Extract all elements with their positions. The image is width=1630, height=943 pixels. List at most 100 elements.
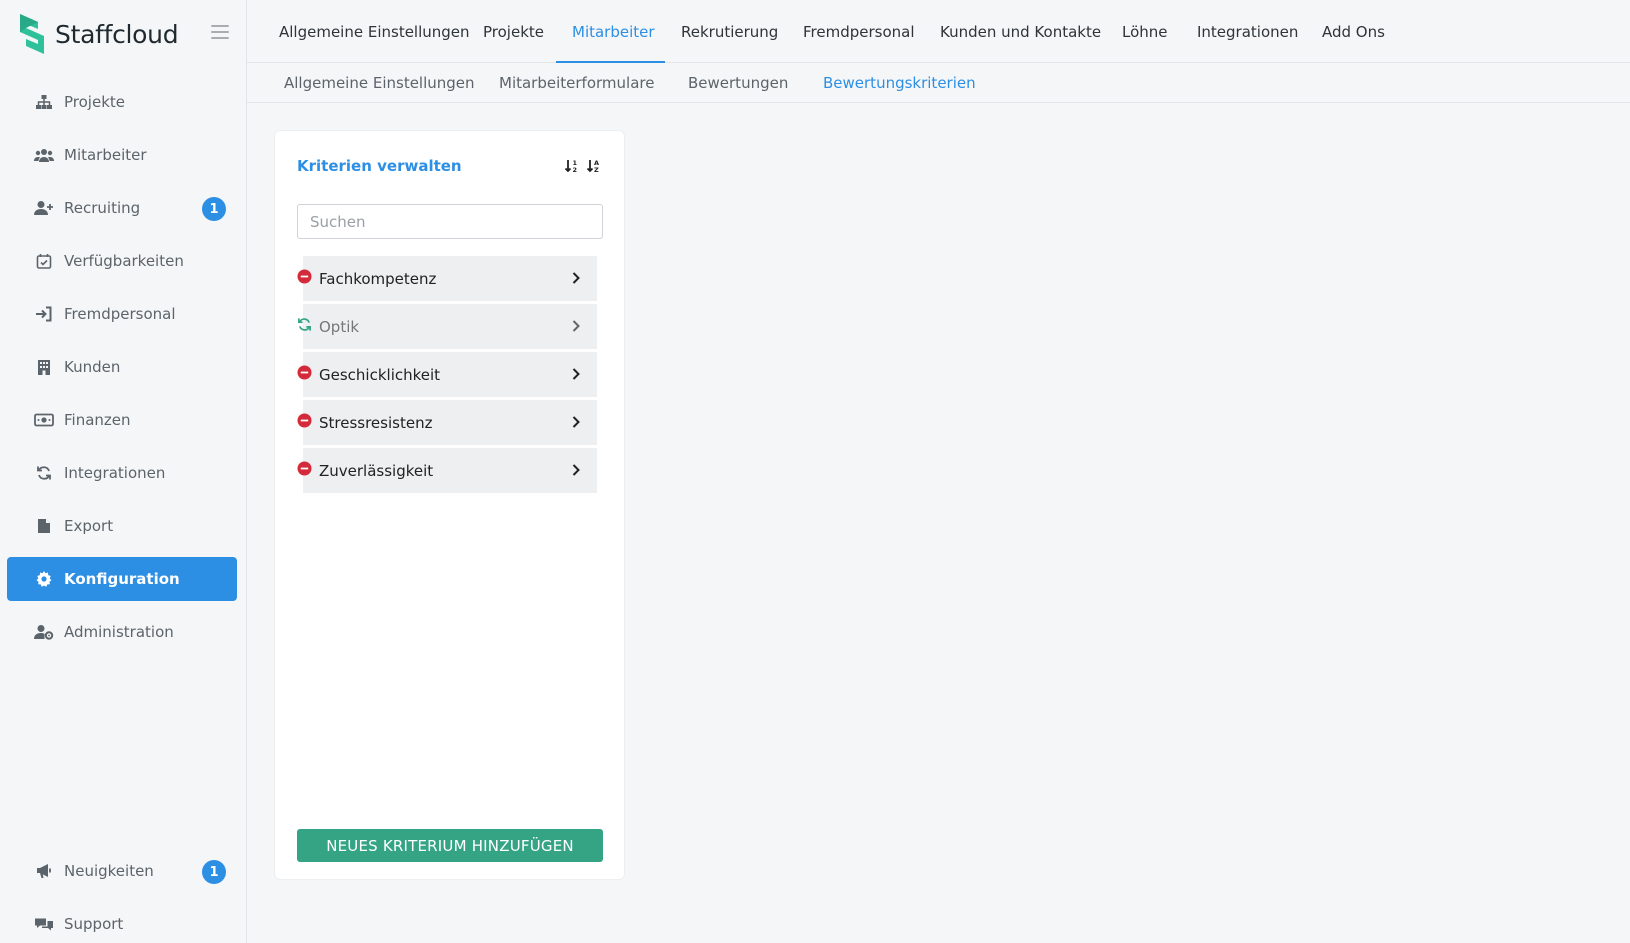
- sidebar-item-label: Neuigkeiten: [64, 862, 154, 880]
- sidebar-item-label: Export: [64, 517, 114, 535]
- sidebar-item-label: Integrationen: [64, 464, 166, 482]
- restore-icon[interactable]: [297, 317, 312, 332]
- sub-nav: Allgemeine Einstellungen Mitarbeiterformu…: [247, 63, 1630, 103]
- sidebar-item-recruiting[interactable]: Recruiting 1: [7, 186, 237, 230]
- sort-alpha-icon[interactable]: AZ: [586, 158, 602, 174]
- subtab-bewertungskriterien[interactable]: Bewertungskriterien: [823, 63, 976, 102]
- sidebar-item-mitarbeiter[interactable]: Mitarbeiter: [7, 133, 237, 177]
- sitemap-icon: [34, 93, 54, 111]
- tab-mitarbeiter[interactable]: Mitarbeiter: [572, 0, 655, 63]
- sidebar-item-export[interactable]: Export: [7, 504, 237, 548]
- gear-icon: [34, 570, 54, 588]
- chevron-right-icon: [571, 415, 581, 429]
- chevron-right-icon: [571, 271, 581, 285]
- building-icon: [34, 358, 54, 376]
- tab-fremdpersonal[interactable]: Fremdpersonal: [803, 0, 915, 63]
- notification-badge: 1: [202, 197, 226, 221]
- sync-icon: [34, 464, 54, 482]
- sidebar-item-kunden[interactable]: Kunden: [7, 345, 237, 389]
- tab-rekrutierung[interactable]: Rekrutierung: [681, 0, 778, 63]
- criterion-label: Optik: [319, 317, 360, 336]
- top-nav: Allgemeine Einstellungen Projekte Mitarbei…: [247, 0, 1630, 63]
- sidebar-nav: Projekte Mitarbeiter Recruiting 1 Verfügbark…: [7, 80, 237, 663]
- sidebar-item-label: Recruiting: [64, 199, 141, 217]
- criterion-row: Fachkompetenz: [303, 256, 597, 301]
- user-plus-icon: [34, 199, 54, 217]
- criterion-row: Stressresistenz: [303, 400, 597, 445]
- remove-circle-icon[interactable]: [297, 413, 312, 428]
- sidebar-item-label: Fremdpersonal: [64, 305, 176, 323]
- sidebar-item-label: Kunden: [64, 358, 121, 376]
- criterion-row: Optik: [303, 304, 597, 349]
- sidebar-item-label: Projekte: [64, 93, 125, 111]
- svg-text:Z: Z: [594, 166, 599, 174]
- svg-text:2: 2: [573, 166, 578, 174]
- subtab-mitarbeiterformulare[interactable]: Mitarbeiterformulare: [499, 63, 654, 102]
- criterion-row: Geschicklichkeit: [303, 352, 597, 397]
- tab-integrationen[interactable]: Integrationen: [1197, 0, 1298, 63]
- criterion-label: Zuverlässigkeit: [319, 461, 434, 480]
- bullhorn-icon: [34, 862, 54, 880]
- criterion-label: Geschicklichkeit: [319, 365, 441, 384]
- sidebar-item-finanzen[interactable]: Finanzen: [7, 398, 237, 442]
- sign-in-icon: [34, 305, 54, 323]
- criteria-panel: Kriterien verwalten 12 AZ Fachkompetenz O…: [274, 130, 625, 880]
- sidebar-item-support[interactable]: Support: [7, 902, 237, 943]
- sidebar-item-verf-gbarkeiten[interactable]: Verfügbarkeiten: [7, 239, 237, 283]
- notification-badge: 1: [202, 860, 226, 884]
- list-item[interactable]: Zuverlässigkeit: [297, 448, 603, 493]
- remove-circle-icon[interactable]: [297, 269, 312, 284]
- menu-toggle-icon[interactable]: [211, 25, 229, 41]
- subtab-allgemeine-einstellungen[interactable]: Allgemeine Einstellungen: [284, 63, 475, 102]
- sidebar-item-label: Konfiguration: [64, 570, 180, 588]
- sidebar-item-neuigkeiten[interactable]: Neuigkeiten 1: [7, 849, 237, 893]
- criterion-label: Fachkompetenz: [319, 269, 437, 288]
- money-bill-icon: [34, 411, 54, 429]
- criterion-label: Stressresistenz: [319, 413, 433, 432]
- staffcloud-logo-icon: [20, 14, 44, 54]
- sidebar-item-label: Support: [64, 915, 124, 933]
- users-icon: [34, 146, 54, 164]
- list-item[interactable]: Stressresistenz: [297, 400, 603, 445]
- calendar-check-icon: [34, 252, 54, 270]
- list-item[interactable]: Geschicklichkeit: [297, 352, 603, 397]
- sidebar-item-label: Finanzen: [64, 411, 131, 429]
- subtab-bewertungen[interactable]: Bewertungen: [688, 63, 788, 102]
- criterion-row: Zuverlässigkeit: [303, 448, 597, 493]
- tab-add-ons[interactable]: Add Ons: [1322, 0, 1385, 63]
- tab-allgemeine-einstellungen[interactable]: Allgemeine Einstellungen: [279, 0, 470, 63]
- list-item[interactable]: Fachkompetenz: [297, 256, 603, 301]
- tab-projekte[interactable]: Projekte: [483, 0, 544, 63]
- sidebar-item-konfiguration[interactable]: Konfiguration: [7, 557, 237, 601]
- chevron-right-icon: [571, 319, 581, 333]
- criteria-list: Fachkompetenz Optik Geschicklichkeit Stress…: [297, 256, 603, 496]
- search-input[interactable]: [297, 204, 603, 239]
- panel-title: Kriterien verwalten: [297, 157, 462, 175]
- sidebar-item-integrationen[interactable]: Integrationen: [7, 451, 237, 495]
- sidebar-bottom-nav: Neuigkeiten 1 Support: [7, 849, 237, 943]
- sidebar-item-fremdpersonal[interactable]: Fremdpersonal: [7, 292, 237, 336]
- remove-circle-icon[interactable]: [297, 365, 312, 380]
- main-content: Kriterien verwalten 12 AZ Fachkompetenz O…: [247, 103, 1630, 943]
- remove-circle-icon[interactable]: [297, 461, 312, 476]
- sidebar-item-label: Mitarbeiter: [64, 146, 147, 164]
- sidebar-item-label: Administration: [64, 623, 174, 641]
- sidebar-item-projekte[interactable]: Projekte: [7, 80, 237, 124]
- add-criterion-button[interactable]: NEUES KRITERIUM HINZUFÜGEN: [297, 829, 603, 862]
- sidebar-item-label: Verfügbarkeiten: [64, 252, 184, 270]
- sort-controls: 12 AZ: [564, 158, 602, 174]
- sidebar: Staffcloud Projekte Mitarbeiter Recruiting…: [0, 0, 247, 943]
- panel-header: Kriterien verwalten 12 AZ: [297, 155, 602, 177]
- staffcloud-logo[interactable]: Staffcloud: [18, 12, 179, 56]
- comments-icon: [34, 915, 54, 933]
- tab-l-hne[interactable]: Löhne: [1122, 0, 1168, 63]
- sort-ascending-icon[interactable]: 12: [564, 158, 580, 174]
- app-name: Staffcloud: [55, 19, 179, 49]
- chevron-right-icon: [571, 367, 581, 381]
- file-icon: [34, 517, 54, 535]
- chevron-right-icon: [571, 463, 581, 477]
- tab-kunden-und-kontakte[interactable]: Kunden und Kontakte: [940, 0, 1101, 63]
- list-item[interactable]: Optik: [297, 304, 603, 349]
- user-cog-icon: [34, 623, 54, 641]
- sidebar-item-administration[interactable]: Administration: [7, 610, 237, 654]
